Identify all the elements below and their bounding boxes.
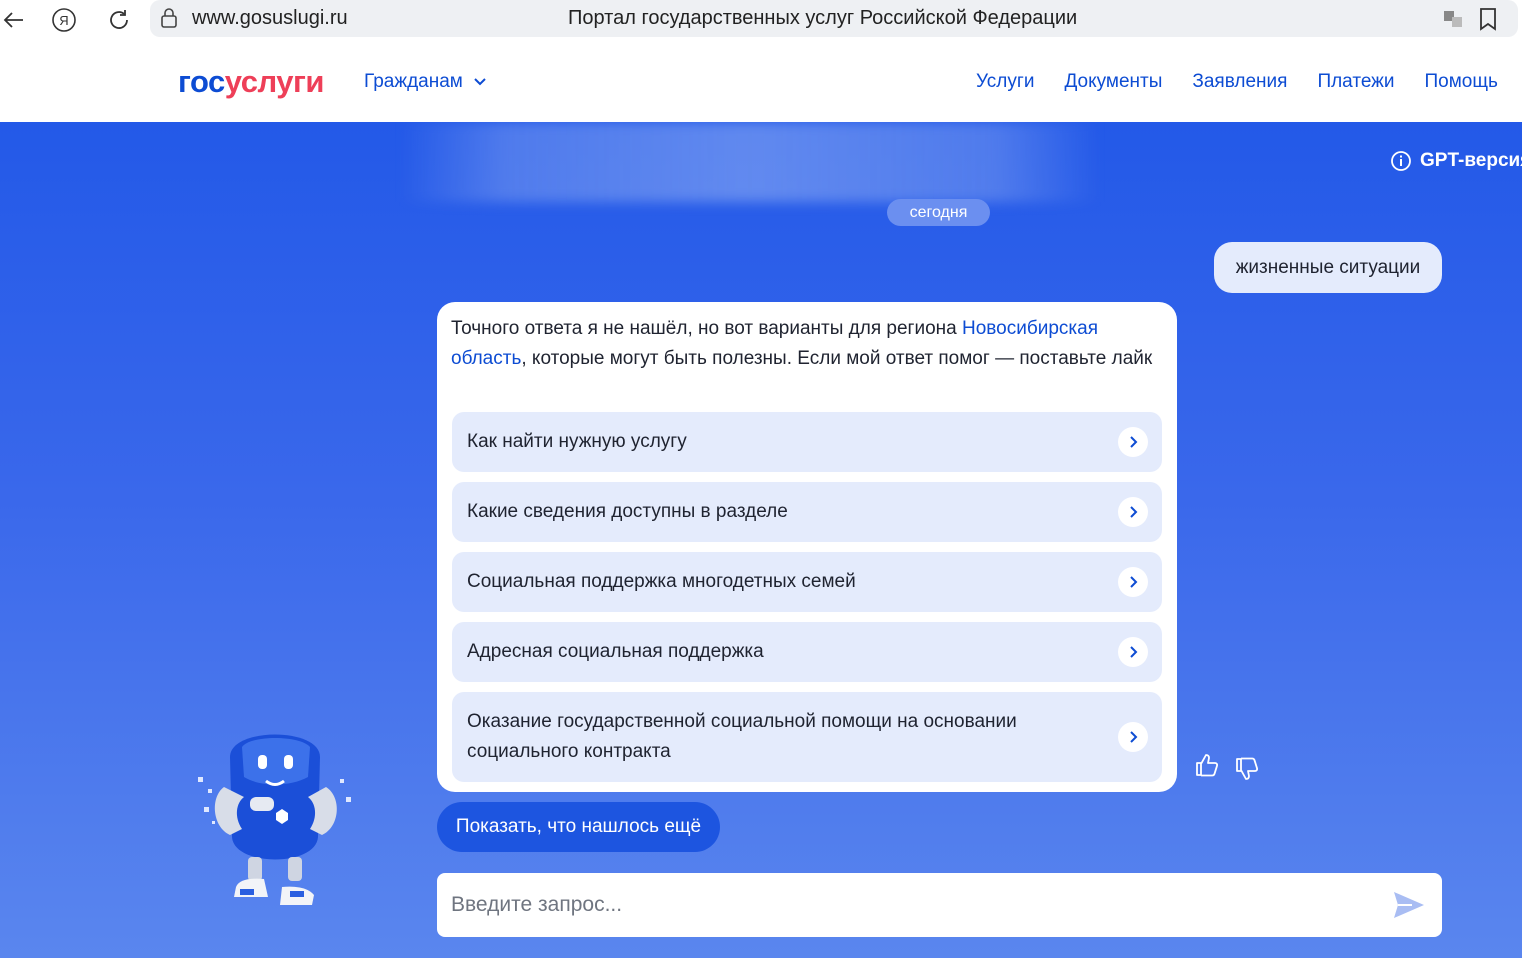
- option-find-service[interactable]: Как найти нужную услугу: [452, 412, 1162, 472]
- send-icon[interactable]: [1392, 889, 1426, 921]
- bot-message-text: Точного ответа я не нашёл, но вот вариан…: [451, 314, 1161, 374]
- bot-text-part1: Точного ответа я не нашёл, но вот вариан…: [451, 318, 963, 339]
- top-navigation: Услуги Документы Заявления Платежи Помощ…: [976, 71, 1498, 93]
- bot-text-part2: , которые могут быть полезны. Если мой о…: [521, 348, 1153, 369]
- chevron-right-icon: [1118, 427, 1148, 457]
- mascot-robot: [190, 717, 360, 917]
- option-targeted-support[interactable]: Адресная социальная поддержка: [452, 622, 1162, 682]
- blurred-region: [400, 122, 1100, 202]
- reload-icon[interactable]: [105, 6, 133, 34]
- query-input-box: [437, 873, 1442, 937]
- date-chip: сегодня: [887, 199, 990, 226]
- citizens-label: Гражданам: [364, 71, 463, 92]
- url-text[interactable]: www.gosuslugi.ru: [192, 7, 348, 30]
- bot-message-card: Точного ответа я не нашёл, но вот вариан…: [437, 302, 1177, 792]
- browser-toolbar: Я www.gosuslugi.ru Портал государственны…: [0, 0, 1522, 40]
- option-social-contract[interactable]: Оказание государственной социальной помо…: [452, 692, 1162, 782]
- citizens-dropdown[interactable]: Гражданам: [364, 71, 487, 93]
- bookmark-icon[interactable]: [1478, 7, 1500, 31]
- page-title: Портал государственных услуг Российской …: [568, 7, 1078, 29]
- chevron-right-icon: [1118, 567, 1148, 597]
- gpt-version-link[interactable]: GPT-версия: [1390, 150, 1522, 172]
- option-label: Адресная социальная поддержка: [467, 641, 764, 662]
- option-large-families[interactable]: Социальная поддержка многодетных семей: [452, 552, 1162, 612]
- nav-help[interactable]: Помощь: [1425, 71, 1498, 93]
- nav-services[interactable]: Услуги: [976, 71, 1034, 93]
- logo-part-uslugi: услуги: [224, 64, 325, 99]
- back-arrow-icon[interactable]: [0, 6, 28, 34]
- info-icon: [1391, 151, 1411, 171]
- option-available-info[interactable]: Какие сведения доступны в разделе: [452, 482, 1162, 542]
- option-label: Социальная поддержка многодетных семей: [467, 571, 856, 592]
- user-message: жизненные ситуации: [1214, 242, 1442, 293]
- yandex-letter: Я: [59, 13, 68, 28]
- option-label: Как найти нужную услугу: [467, 431, 687, 452]
- nav-documents[interactable]: Документы: [1064, 71, 1162, 93]
- option-label: Оказание государственной социальной помо…: [467, 711, 1017, 762]
- show-more-button[interactable]: Показать, что нашлось ещё: [437, 802, 720, 852]
- site-header: госуслуги Гражданам Услуги Документы Зая…: [0, 40, 1522, 122]
- chevron-right-icon: [1118, 637, 1148, 667]
- query-input[interactable]: [451, 873, 1371, 937]
- chat-area: GPT-версия сегодня жизненные ситуации То…: [0, 122, 1522, 958]
- chevron-right-icon: [1118, 497, 1148, 527]
- nav-payments[interactable]: Платежи: [1317, 71, 1394, 93]
- chevron-right-icon: [1118, 722, 1148, 752]
- thumbs-up-icon[interactable]: [1194, 752, 1220, 778]
- yandex-icon[interactable]: Я: [50, 6, 78, 34]
- lock-icon: [158, 7, 180, 29]
- chevron-down-icon: [474, 78, 486, 86]
- thumbs-down-icon[interactable]: [1234, 756, 1260, 782]
- option-label: Какие сведения доступны в разделе: [467, 501, 788, 522]
- nav-applications[interactable]: Заявления: [1192, 71, 1287, 93]
- logo-part-gos: гос: [178, 64, 225, 99]
- gosuslugi-logo[interactable]: госуслуги: [178, 64, 324, 100]
- translate-icon[interactable]: [1442, 8, 1464, 30]
- gpt-version-label: GPT-версия: [1420, 150, 1522, 171]
